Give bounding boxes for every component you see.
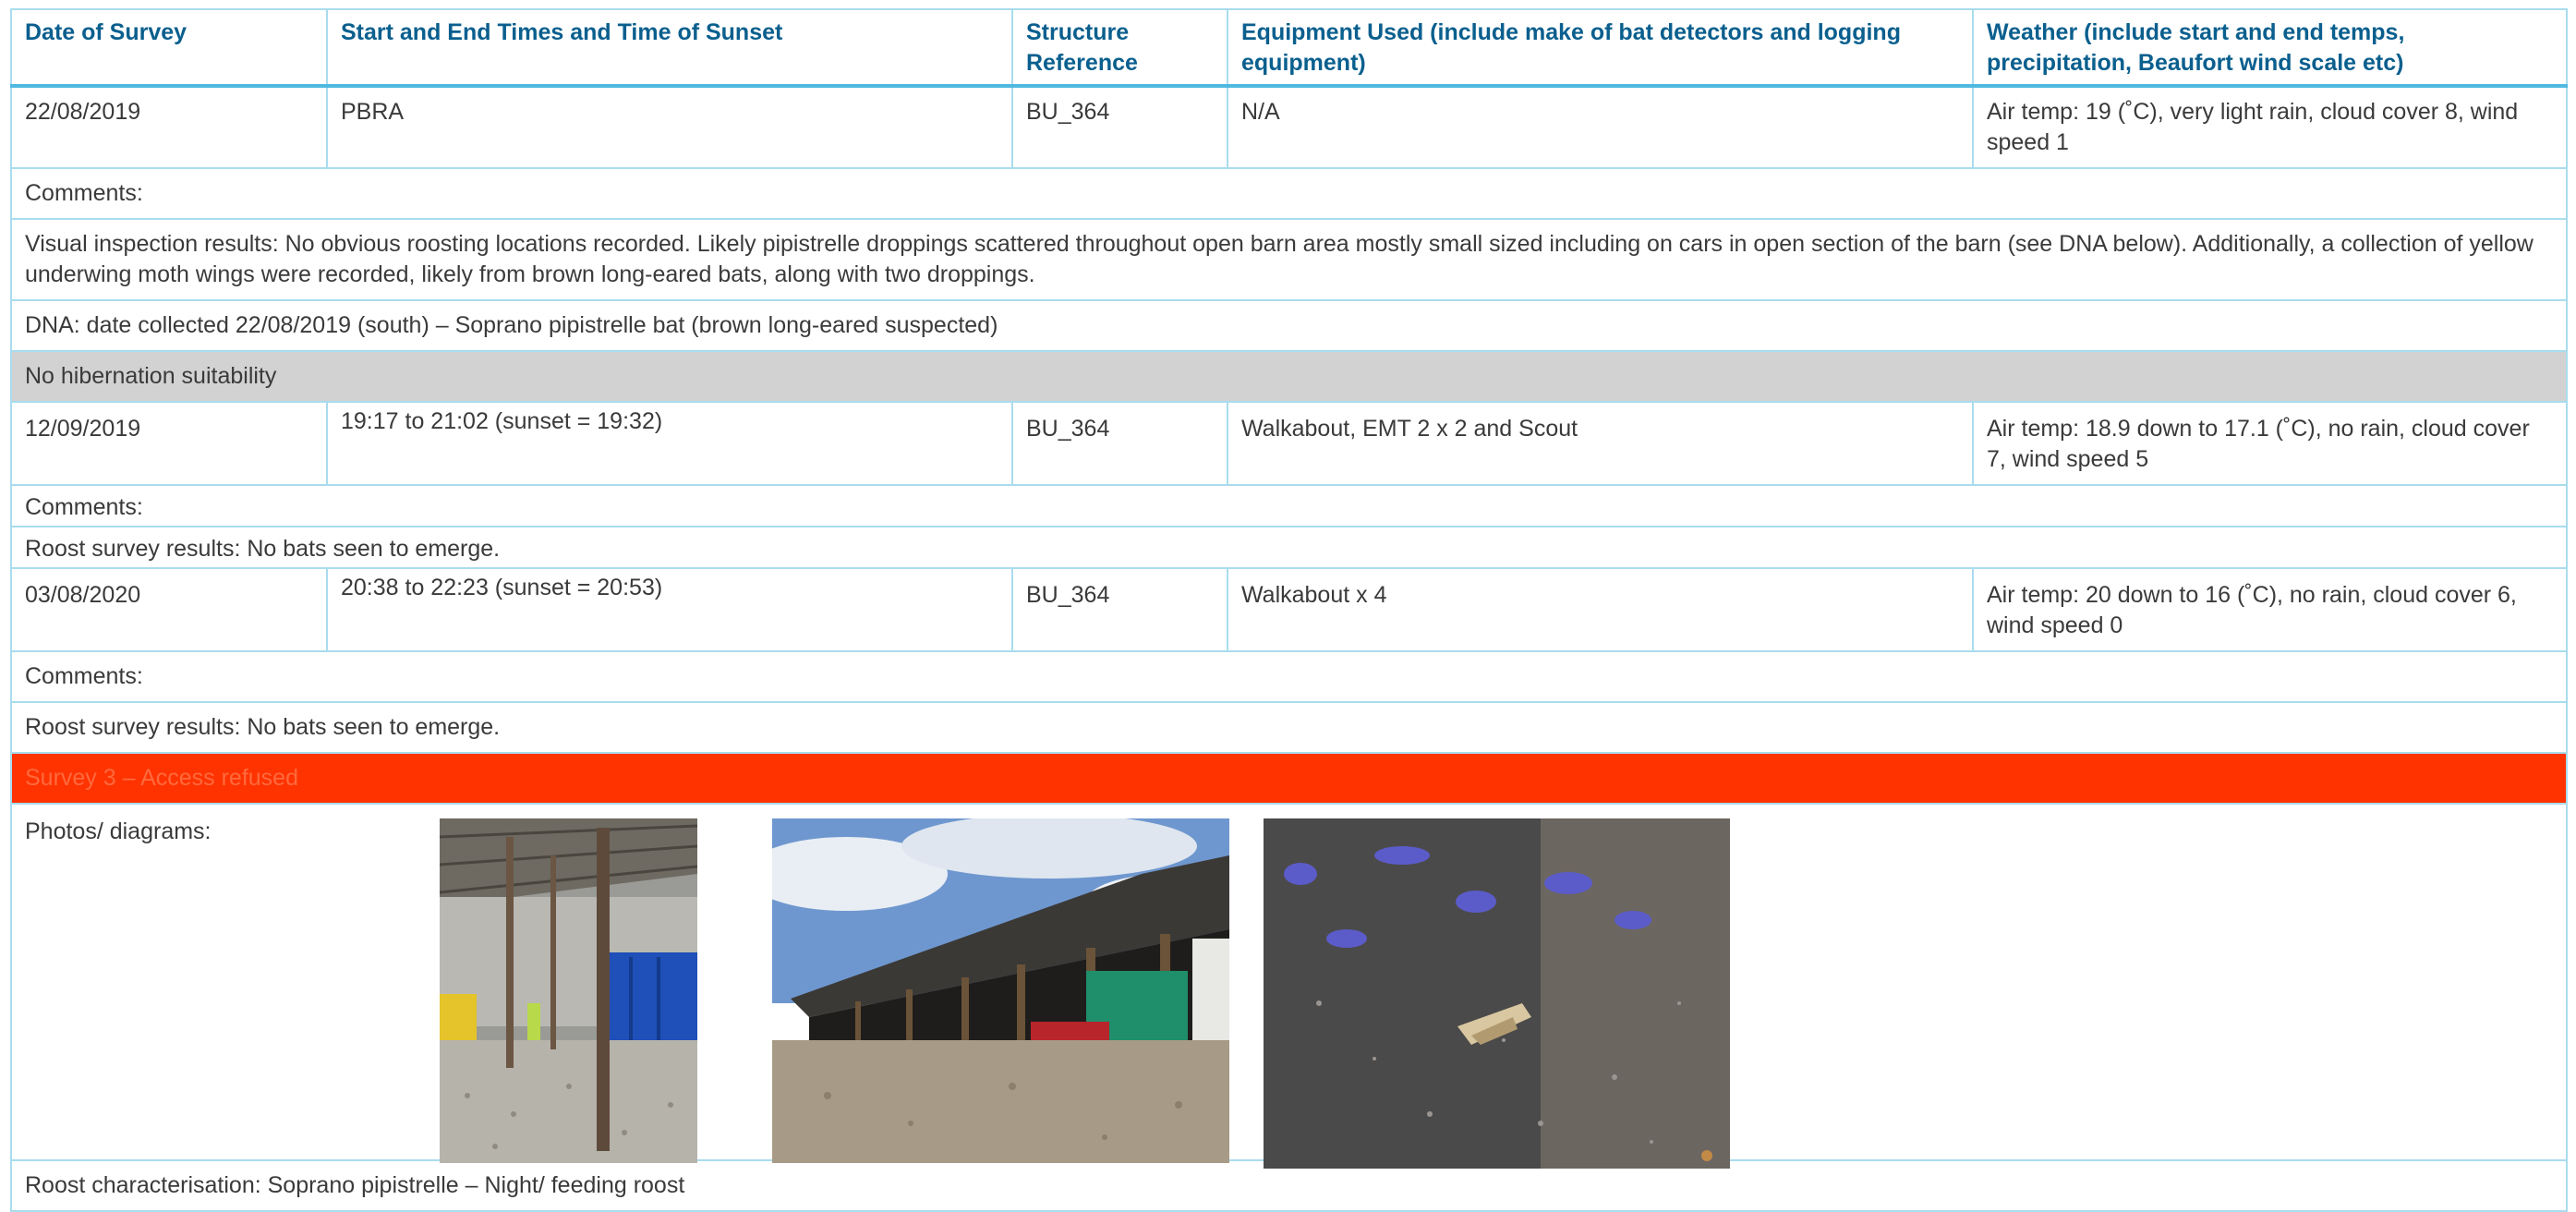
structure-reference: BU_364 [1011,567,1228,652]
comments-row: Comments: [10,167,2568,220]
header-structure: Structure Reference [1011,8,1228,88]
photos-label: Photos/ diagrams: [25,818,212,844]
open-barn-photo [772,818,1229,1163]
dna-text: DNA: date collected 22/08/2019 (south) –… [10,299,2568,352]
survey-table: Date of Survey Start and End Times and T… [10,8,2568,1212]
header-times: Start and End Times and Time of Sunset [326,8,1013,88]
header-date: Date of Survey [10,8,328,88]
hibernation-text: No hibernation suitability [10,350,2568,403]
comments-label: Comments: [10,167,2568,220]
comments-label: Comments: [10,650,2568,703]
comments-label: Comments: [10,484,2568,527]
table-row: 12/09/2019 19:17 to 21:02 (sunset = 19:3… [10,401,2568,486]
roost-result-row: Roost survey results: No bats seen to em… [10,701,2568,754]
roost-result-text: Roost survey results: No bats seen to em… [10,526,2568,569]
survey-times: 19:17 to 21:02 (sunset = 19:32) [326,401,1013,486]
droppings-closeup-photo [1264,818,1730,1169]
equipment-used: Walkabout x 4 [1227,567,1974,652]
table-row: 03/08/2020 20:38 to 22:23 (sunset = 20:5… [10,567,2568,652]
survey-times: 20:38 to 22:23 (sunset = 20:53) [326,567,1013,652]
comments-row: Comments: [10,650,2568,703]
weather: Air temp: 20 down to 16 (˚C), no rain, c… [1972,567,2568,652]
header-weather: Weather (include start and end temps, pr… [1972,8,2568,88]
roost-result-text: Roost survey results: No bats seen to em… [10,701,2568,754]
photos-cell: Photos/ diagrams: [10,803,2568,1169]
access-refused-text: Survey 3 – Access refused [10,752,2568,805]
structure-reference: BU_364 [1011,401,1228,486]
survey-date: 22/08/2019 [10,85,328,169]
survey-page: Date of Survey Start and End Times and T… [0,0,2576,1212]
roost-result-row: Roost survey results: No bats seen to em… [10,526,2568,569]
table-row: 22/08/2019 PBRA BU_364 N/A Air temp: 19 … [10,85,2568,169]
survey-date: 12/09/2019 [10,401,328,486]
survey-date: 03/08/2020 [10,567,328,652]
equipment-used: N/A [1227,85,1974,169]
hibernation-row: No hibernation suitability [10,350,2568,403]
visual-inspection-text: Visual inspection results: No obvious ro… [10,218,2568,301]
comments-row: Comments: [10,484,2568,527]
weather: Air temp: 18.9 down to 17.1 (˚C), no rai… [1972,401,2568,486]
access-refused-row: Survey 3 – Access refused [10,752,2568,805]
survey-times: PBRA [326,85,1013,169]
header-row: Date of Survey Start and End Times and T… [10,8,2568,88]
weather: Air temp: 19 (˚C), very light rain, clou… [1972,85,2568,169]
equipment-used: Walkabout, EMT 2 x 2 and Scout [1227,401,1974,486]
visual-inspection-row: Visual inspection results: No obvious ro… [10,218,2568,301]
photos-row: Photos/ diagrams: [10,803,2568,1169]
dna-row: DNA: date collected 22/08/2019 (south) –… [10,299,2568,352]
structure-reference: BU_364 [1011,85,1228,169]
header-equipment: Equipment Used (include make of bat dete… [1227,8,1974,88]
barn-interior-photo [440,818,697,1163]
